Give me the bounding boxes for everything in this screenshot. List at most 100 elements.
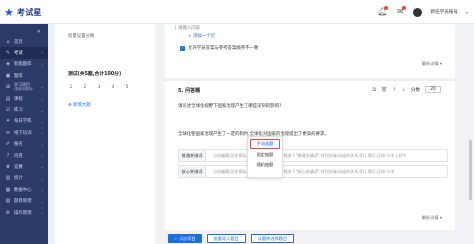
sidebar-item-label: 线下培训 [14, 130, 32, 136]
add-blank-link[interactable]: + 添加一个空 [188, 33, 215, 39]
dropdown-option-fixed[interactable]: 固定抽题 [248, 150, 282, 160]
sidebar-item-label: 课程 [14, 96, 23, 102]
course-icon: ▤ [5, 95, 11, 102]
sidebar-item-5[interactable]: ▤ 课程 ⌄ [0, 93, 48, 104]
add-section-label: 新增大题 [73, 103, 91, 108]
score-input[interactable]: 20 [425, 86, 441, 93]
sidebar-item-label: 考试 [14, 51, 23, 57]
chevron-icon: ⌄ [40, 107, 44, 113]
delete-icon[interactable]: 🗑︎ [381, 87, 387, 93]
sidebar-item-14[interactable]: ▧ 题目管理 ⌄ [0, 195, 48, 206]
blank-input[interactable]: │ 请输入内容 [174, 25, 200, 31]
chevron-icon: ⌄ [40, 61, 44, 67]
normal-keyword-row: 普通关键词 点击编辑,回车保存。支持按回车/空格分隔多个"普通关键词",并列关键… [178, 149, 448, 162]
notification-badge [384, 6, 389, 10]
sidebar-item-label: 题库 [14, 73, 23, 79]
move-down-icon[interactable]: ↓ [402, 87, 406, 93]
chevron-icon: ⌄ [40, 96, 44, 102]
sidebar-menu: ⌂ 首页 ✎ 考试 ⌃ ◈ 智能题库 ⌄ ▣ 题库 ⊞ 学习项目 (题库练题库) ⌄ ▤ 课程 ⌄ ☑ 练习 ⌄ ✦ 每日… [0, 36, 48, 218]
core-keyword-input[interactable]: 点击编辑,回车保存。支持按回车/空格分隔多个"核心关键词",并列关键词(或的关系… [206, 166, 447, 177]
sidebar-collapse-icon[interactable]: « [37, 28, 41, 35]
sidebar-item-label: 竞赛 [14, 164, 23, 170]
batch-import-button[interactable]: 批量导入题目 [206, 234, 246, 243]
avatar[interactable] [413, 7, 423, 17]
daily-icon: ✦ [5, 118, 11, 125]
chevron-icon: ⌄ [40, 175, 44, 181]
question-prompt[interactable]: 请论述全球化视野下国家治理产生了哪些深刻的影响? [178, 103, 281, 109]
operation-icon: ⚙ [5, 209, 11, 216]
add-question-mode-dropdown: 手动选题 固定抽题 随机抽题 [247, 136, 283, 178]
ranking-icon: ≡ [5, 129, 11, 136]
home-icon: ⌂ [6, 38, 10, 45]
analysis-toggle[interactable]: 解析详情 ▾ [422, 61, 442, 67]
sidebar-item-9[interactable]: ✐ 报名 ⌄ [0, 139, 48, 150]
analysis-toggle[interactable]: 解析详情 ▾ [422, 215, 442, 221]
normal-keyword-label: 普通关键词 [179, 150, 206, 161]
question-tools: ⧉ 🗑︎ ↑ ↓ 分数 20 [372, 86, 441, 93]
sidebar-item-11[interactable]: ♛ 竞赛 ⌄ [0, 161, 48, 172]
sidebar-item-6[interactable]: ☑ 练习 ⌄ [0, 104, 48, 115]
add-section-bottom-label: 新增大题 [173, 237, 191, 242]
sidebar-item-label: 问卷 [14, 153, 23, 159]
logo[interactable]: ★ 考试星 [4, 5, 42, 19]
add-section-bottom-link[interactable]: ⊕ 新增大题 [168, 236, 191, 242]
message-icon[interactable]: ✉︎ [395, 6, 407, 17]
copy-icon[interactable]: ⧉ [372, 87, 376, 93]
signup-icon: ✐ [5, 141, 11, 148]
sidebar-item-7[interactable]: ✦ 每日学练 ⌄ [0, 116, 48, 127]
sidebar-item-2[interactable]: ◈ 智能题库 ⌄ [0, 59, 48, 70]
chevron-icon: ⌄ [40, 187, 44, 193]
question-number-item[interactable]: 4 [110, 84, 116, 89]
checkbox-checked-icon: ✓ [180, 45, 185, 51]
sidebar-item-4[interactable]: ⊞ 学习项目 (题库练题库) ⌄ [0, 82, 48, 93]
sidebar-item-12[interactable]: ▥ 统计 ⌄ [0, 173, 48, 184]
question-number-item[interactable]: 5 [124, 84, 130, 89]
question-bank-icon: ▧ [5, 198, 11, 205]
essay-question-card: 5. 问答题 ⧉ 🗑︎ ↑ ↓ 分数 20 请论述全球化视野下国家治理产生了哪些… [165, 80, 455, 230]
scrollbar[interactable] [469, 140, 472, 200]
exam-icon: ✎ [5, 50, 11, 57]
sidebar-item-10[interactable]: ? 问卷 ⌄ [0, 150, 48, 161]
question-number-item[interactable]: 2 [82, 84, 88, 89]
move-up-icon[interactable]: ↑ [392, 87, 396, 93]
order-insensitive-checkbox[interactable]: ✓ 允许学员答案与参考答案顺序不一致 [180, 45, 258, 51]
sidebar-item-label: 报名 [14, 142, 23, 148]
sidebar-item-15[interactable]: ⚙ 操作管理 ⌄ [0, 207, 48, 218]
sidebar-item-label: 首页 [14, 39, 23, 45]
sidebar-item-13[interactable]: ▦ 数据中心 ⌄ [0, 184, 48, 195]
editor-main: │ 请输入内容 + 添加一个空 ✓ 允许学员答案与参考答案顺序不一致 解析详情 … [160, 24, 460, 244]
chevron-icon: ⌃ [40, 50, 44, 56]
dropdown-option-random[interactable]: 随机抽题 [248, 160, 282, 170]
sidebar-item-label: 数据中心 [14, 187, 32, 193]
notification-bell-icon[interactable]: 🔔︎ [377, 6, 389, 17]
logo-star-icon: ★ [4, 5, 14, 19]
sidebar-item-8[interactable]: ≡ 线下培训 ⌄ [0, 127, 48, 138]
question-title: 5. 问答题 [178, 88, 201, 94]
sidebar-item-3[interactable]: ▣ 题库 [0, 70, 48, 81]
user-name[interactable]: 新任学员账号 [430, 9, 458, 15]
question-number-list: 1 2 3 4 5 [68, 84, 130, 89]
chevron-icon: ⌄ [40, 153, 44, 159]
user-menu-chevron-icon[interactable]: ▾ [466, 10, 468, 15]
sidebar-item-label-group: 学习项目 (题库练题库) [14, 82, 34, 92]
study-icon: ⊞ [5, 83, 11, 90]
select-from-bank-button[interactable]: 从题库选择题目 [250, 234, 295, 243]
question-number-item[interactable]: 3 [96, 84, 102, 89]
sidebar-item-0[interactable]: ⌂ 首页 [0, 36, 48, 47]
sidebar-item-label: 统计 [14, 176, 23, 182]
score-label: 分数 [410, 87, 420, 93]
survey-icon: ? [6, 152, 10, 159]
sidebar-item-1[interactable]: ✎ 考试 ⌃ [0, 47, 48, 59]
previous-question-card: │ 请输入内容 + 添加一个空 ✓ 允许学员答案与参考答案顺序不一致 解析详情 … [165, 24, 455, 78]
stats-icon: ▥ [5, 175, 11, 182]
chevron-icon: ⌄ [40, 141, 44, 147]
question-number-item[interactable]: 1 [68, 84, 74, 89]
sidebar: « ⌂ 首页 ✎ 考试 ⌃ ◈ 智能题库 ⌄ ▣ 题库 ⊞ 学习项目 (题库练题库) ⌄ ▤ 课程 ⌄ ☑ 练习 ⌄ ✦… [0, 24, 48, 244]
normal-keyword-input[interactable]: 点击编辑,回车保存。支持按回车/空格分隔多个"普通关键词",并列关键词(或的关系… [206, 150, 447, 161]
sidebar-item-label: 智能题库 [14, 62, 32, 68]
add-section-link[interactable]: ⊕ 新增大题 [68, 102, 91, 108]
chevron-icon: ⌄ [40, 130, 44, 136]
mall-icon: ▣ [5, 72, 11, 79]
batch-score-link[interactable]: 批量设置分数 [68, 33, 94, 39]
dropdown-option-manual[interactable]: 手动选题 [250, 139, 280, 149]
